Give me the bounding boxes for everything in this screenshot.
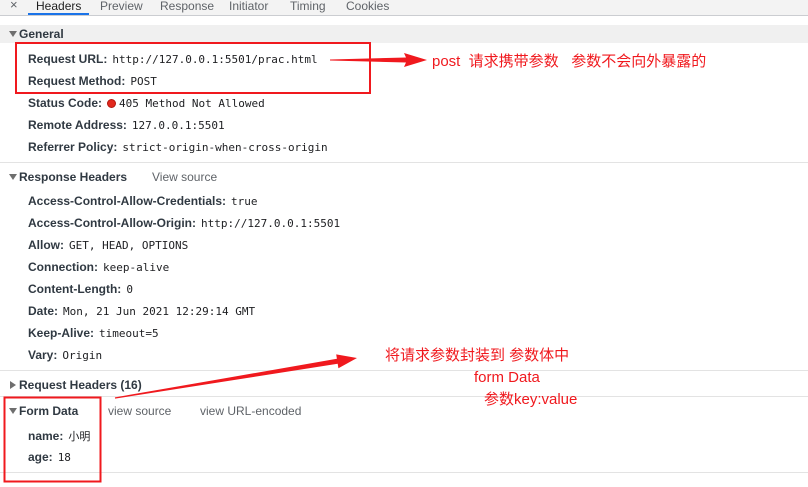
header-key: Access-Control-Allow-Credentials: xyxy=(28,194,227,208)
header-key: Connection: xyxy=(28,260,98,274)
devtools-tab-bar: × Headers Preview Response Initiator Tim… xyxy=(0,0,808,16)
tab-initiator[interactable]: Initiator xyxy=(229,0,268,15)
header-value: http://127.0.0.1:5501/prac.html xyxy=(112,53,318,66)
annotation-arrow-right-icon xyxy=(330,53,427,67)
header-key: Referrer Policy: xyxy=(28,140,118,154)
view-source-link[interactable]: View source xyxy=(152,168,217,186)
header-value: 405 Method Not Allowed xyxy=(119,97,265,110)
header-key: Remote Address: xyxy=(28,118,127,132)
header-value: POST xyxy=(130,75,157,88)
general-row-status-code: Status Code: 405 Method Not Allowed xyxy=(28,92,265,114)
header-key: Vary: xyxy=(28,348,58,362)
response-header-row: Connection: keep-alive xyxy=(28,256,169,278)
response-header-row: Date: Mon, 21 Jun 2021 12:29:14 GMT xyxy=(28,300,255,322)
section-divider xyxy=(0,370,808,371)
header-key: Request URL: xyxy=(28,52,108,66)
section-header-response-headers[interactable]: Response Headers View source xyxy=(0,168,808,186)
form-value: 18 xyxy=(57,451,71,464)
section-divider xyxy=(0,472,808,473)
header-value: strict-origin-when-cross-origin xyxy=(122,141,328,154)
red-status-dot-icon xyxy=(107,99,117,108)
form-key: name: xyxy=(28,429,64,443)
form-data-row-name: name: 小明 xyxy=(28,425,90,447)
response-header-row: Access-Control-Allow-Credentials: true xyxy=(28,190,258,212)
general-row-remote-address: Remote Address: 127.0.0.1:5501 xyxy=(28,114,225,136)
response-header-row: Content-Length: 0 xyxy=(28,278,133,300)
annotation-note-form-data-line-2: form Data xyxy=(474,369,540,386)
header-key: Request Method: xyxy=(28,74,126,88)
annotation-note-form-data-line-3: 参数key:value xyxy=(484,391,578,408)
expand-right-arrow-icon[interactable] xyxy=(10,381,16,389)
header-value: keep-alive xyxy=(103,261,170,274)
section-title-response-headers: Response Headers xyxy=(19,170,128,184)
header-value: 0 xyxy=(126,283,133,296)
header-key: Date: xyxy=(28,304,59,318)
close-icon[interactable]: × xyxy=(10,0,18,12)
response-header-row: Allow: GET, HEAD, OPTIONS xyxy=(28,234,188,256)
general-row-referrer-policy: Referrer Policy: strict-origin-when-cross… xyxy=(28,136,328,158)
annotation-note-form-data-line-1: 将请求参数封装到 参数体中 xyxy=(385,347,570,364)
header-key: Access-Control-Allow-Origin: xyxy=(28,216,197,230)
expand-down-arrow-icon[interactable] xyxy=(9,408,17,414)
section-divider xyxy=(0,396,808,397)
view-source-link[interactable]: view source xyxy=(108,402,171,420)
header-value: Origin xyxy=(62,349,103,362)
header-value: Mon, 21 Jun 2021 12:29:14 GMT xyxy=(63,305,256,318)
header-value: GET, HEAD, OPTIONS xyxy=(69,239,189,252)
header-value: true xyxy=(231,195,258,208)
tab-response[interactable]: Response xyxy=(160,0,214,15)
tab-preview[interactable]: Preview xyxy=(100,0,143,15)
general-row-request-method: Request Method: POST xyxy=(28,70,157,92)
section-title-general: General xyxy=(19,27,64,41)
header-value: 127.0.0.1:5501 xyxy=(131,119,225,132)
response-header-row: Access-Control-Allow-Origin: http://127.0… xyxy=(28,212,340,234)
header-value: http://127.0.0.1:5501 xyxy=(201,217,341,230)
tab-timing[interactable]: Timing xyxy=(290,0,326,15)
tab-headers[interactable]: Headers xyxy=(27,0,90,15)
section-header-form-data[interactable]: Form Data view source view URL-encoded xyxy=(0,402,808,420)
annotation-note-post: post 请求携带参数 参数不会向外暴露的 xyxy=(432,53,707,70)
section-title-form-data: Form Data xyxy=(19,404,79,418)
response-header-row: Keep-Alive: timeout=5 xyxy=(28,322,159,344)
header-key: Status Code: xyxy=(28,96,103,110)
header-key: Keep-Alive: xyxy=(28,326,95,340)
section-header-request-headers[interactable]: Request Headers (16) xyxy=(0,376,808,394)
form-key: age: xyxy=(28,450,53,464)
general-row-request-url: Request URL: http://127.0.0.1:5501/prac.h… xyxy=(28,48,318,70)
form-value: 小明 xyxy=(68,430,91,443)
form-data-row-age: age: 18 xyxy=(28,446,71,468)
section-divider xyxy=(0,162,808,163)
view-url-encoded-link[interactable]: view URL-encoded xyxy=(200,402,301,420)
section-title-request-headers: Request Headers (16) xyxy=(19,378,142,392)
expand-down-arrow-icon[interactable] xyxy=(9,31,17,37)
header-value: timeout=5 xyxy=(99,327,159,340)
tab-cookies[interactable]: Cookies xyxy=(346,0,389,15)
expand-down-arrow-icon[interactable] xyxy=(9,174,17,180)
header-key: Content-Length: xyxy=(28,282,122,296)
response-header-row: Vary: Origin xyxy=(28,344,102,366)
header-key: Allow: xyxy=(28,238,64,252)
section-header-general[interactable]: General xyxy=(0,25,808,43)
